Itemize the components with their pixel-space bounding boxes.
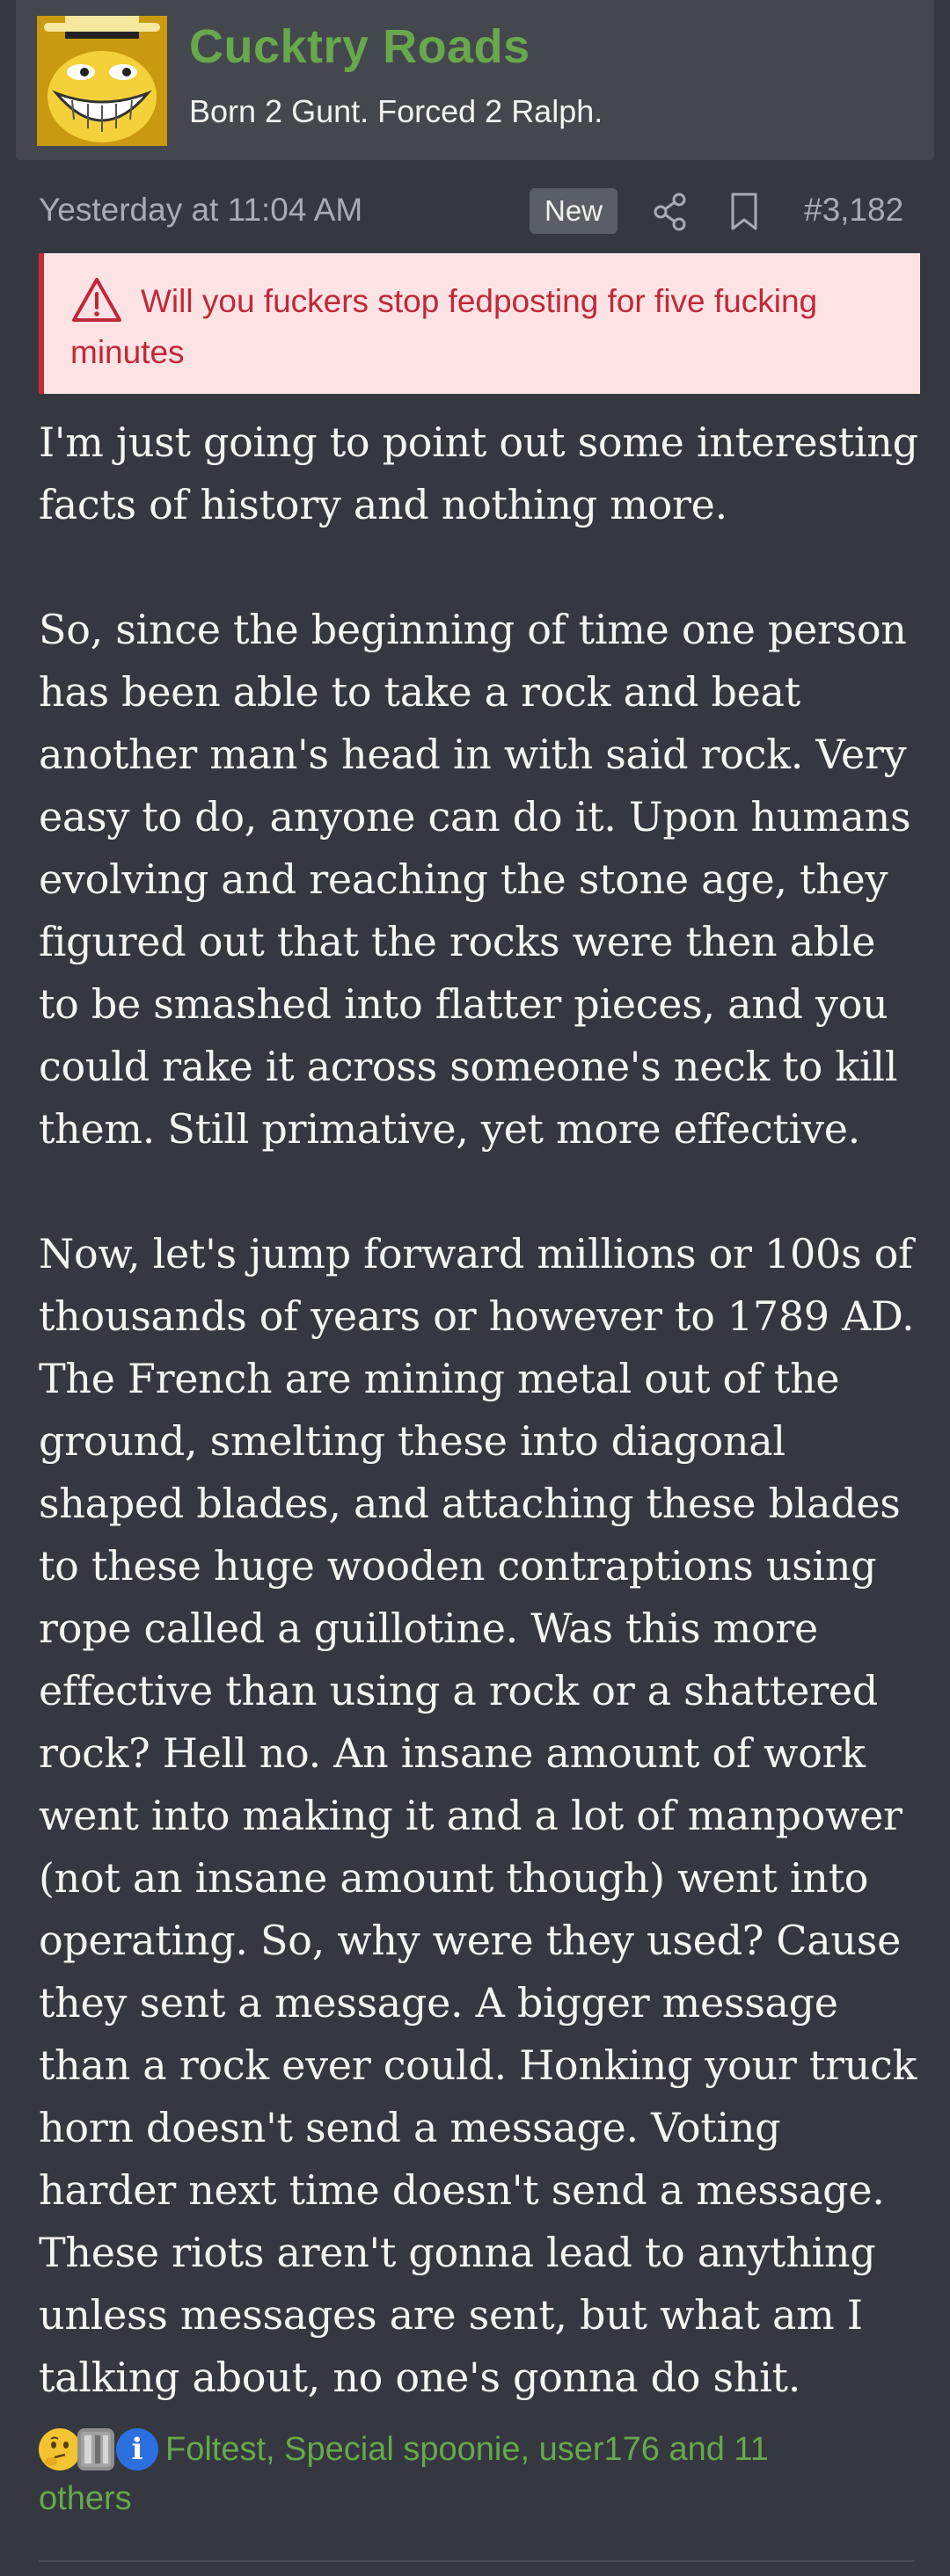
user-title: Born 2 Gunt. Forced 2 Ralph. bbox=[189, 93, 603, 129]
post-header: Cucktry Roads Born 2 Gunt. Forced 2 Ralp… bbox=[0, 0, 950, 160]
reaction-users-link[interactable]: Foltest, Special spoonie, user176 and 11… bbox=[39, 2425, 866, 2523]
avatar-pointer bbox=[91, 146, 113, 156]
trollface-avatar-icon[interactable] bbox=[37, 16, 167, 146]
post-paragraph: Now, let's jump forward millions or 100s… bbox=[39, 1230, 917, 2401]
post-meta-row: Yesterday at 11:04 AM New #3,182 bbox=[0, 176, 950, 250]
post-paragraph: So, since the beginning of time one pers… bbox=[39, 606, 911, 1153]
post-timestamp[interactable]: Yesterday at 11:04 AM bbox=[39, 192, 362, 229]
informative-icon: i bbox=[116, 2428, 158, 2470]
warning-triangle-icon bbox=[70, 276, 123, 324]
warning-text: Will you fuckers stop fedposting for fiv… bbox=[70, 283, 818, 370]
post-paragraph: I'm just going to point out some interes… bbox=[39, 418, 918, 528]
post-footer-divider bbox=[39, 2560, 915, 2562]
post-body: I'm just going to point out some interes… bbox=[39, 411, 918, 2409]
new-badge: New bbox=[530, 188, 618, 234]
post-number-link[interactable]: #3,182 bbox=[804, 192, 903, 229]
share-icon[interactable] bbox=[653, 192, 688, 232]
reaction-icons[interactable]: i bbox=[39, 2428, 162, 2476]
username-link[interactable]: Cucktry Roads bbox=[189, 19, 530, 74]
bookmark-icon[interactable] bbox=[728, 192, 760, 232]
book-icon bbox=[77, 2428, 114, 2470]
thinking-face-icon bbox=[39, 2428, 81, 2470]
moderator-warning: Will you fuckers stop fedposting for fiv… bbox=[39, 253, 920, 394]
